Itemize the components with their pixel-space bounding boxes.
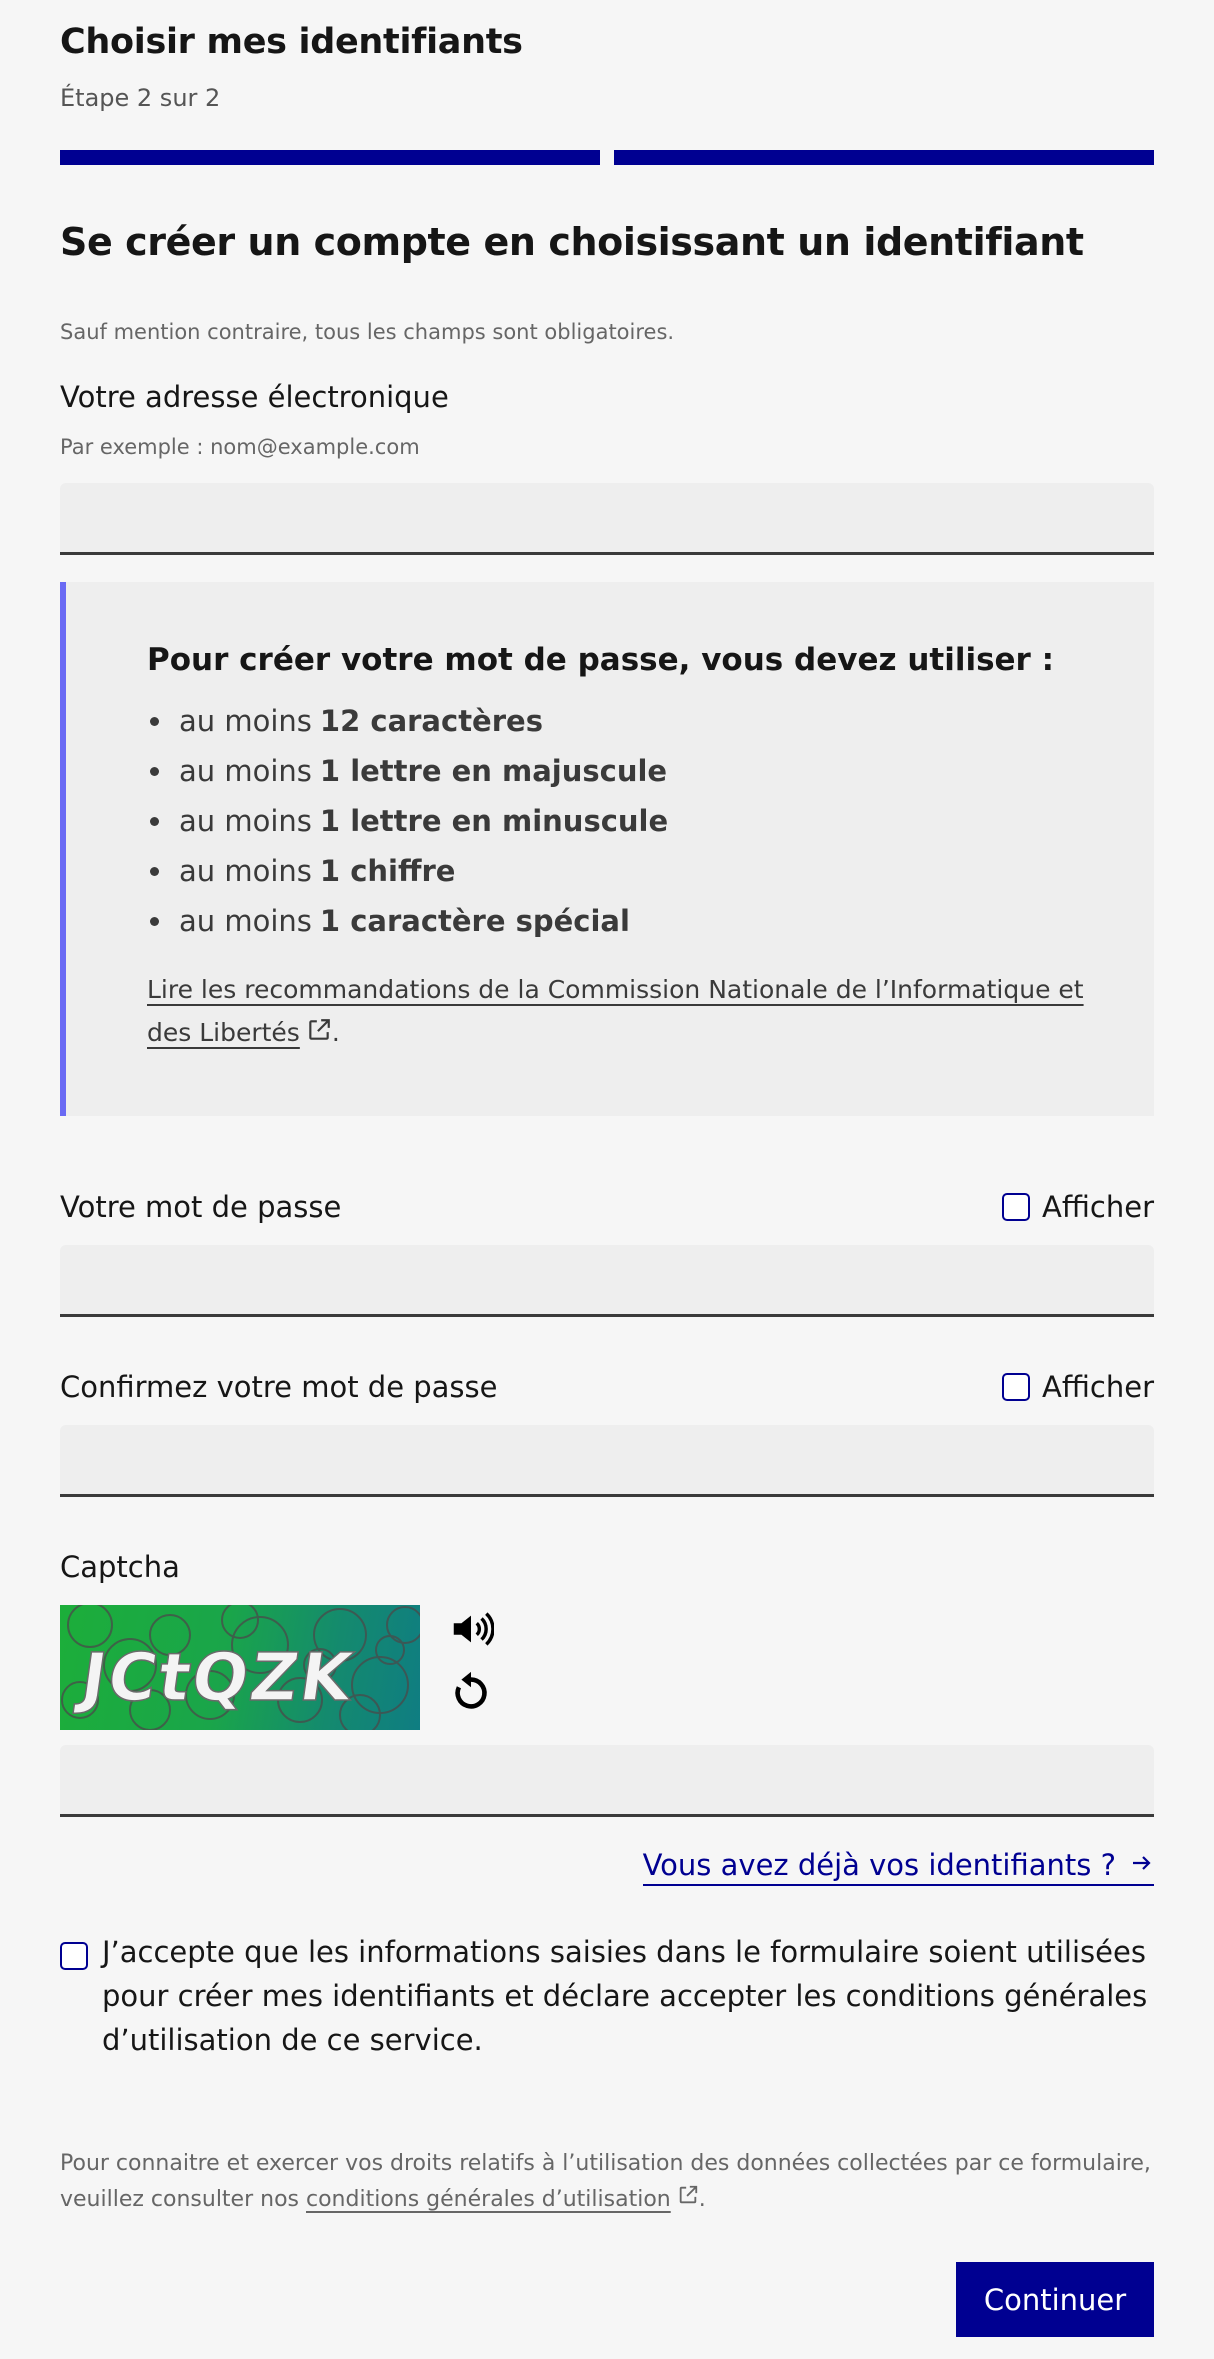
step-indicator: Étape 2 sur 2 bbox=[60, 84, 221, 112]
show-confirm-password-label: Afficher bbox=[1042, 1370, 1154, 1404]
step-title: Choisir mes identifiants bbox=[60, 22, 523, 62]
bullet bbox=[150, 866, 159, 876]
password-rules-title: Pour créer votre mot de passe, vous deve… bbox=[147, 642, 1055, 678]
rule-value: 1 lettre en minuscule bbox=[319, 804, 669, 838]
password-rule: au moins 12 caractères bbox=[147, 696, 1094, 746]
rule-value: 1 lettre en majuscule bbox=[319, 754, 668, 788]
stepper-segment-2 bbox=[614, 150, 1154, 165]
speaker-icon[interactable] bbox=[448, 1606, 495, 1656]
password-rule: au moins 1 chiffre bbox=[147, 846, 1094, 896]
show-password-toggle[interactable]: Afficher bbox=[1002, 1190, 1154, 1224]
rule-value: 12 caractères bbox=[319, 704, 543, 738]
consent-row: J’accepte que les informations saisies d… bbox=[60, 1930, 1154, 2062]
rule-prefix: au moins bbox=[179, 804, 312, 838]
external-link-icon bbox=[677, 2182, 699, 2218]
password-rules-list: au moins 12 caractères au moins 1 lettre e… bbox=[147, 696, 1094, 946]
cnil-link-text: Lire les recommandations de la Commissio… bbox=[147, 975, 1084, 1047]
confirm-password-input[interactable] bbox=[60, 1425, 1154, 1497]
cgu-link-text: conditions générales d’utilisation bbox=[306, 2187, 671, 2212]
show-password-checkbox[interactable] bbox=[1002, 1193, 1031, 1221]
captcha-tools bbox=[448, 1606, 495, 1720]
rule-prefix: au moins bbox=[179, 904, 312, 938]
already-link-text: Vous avez déjà vos identifiants ? bbox=[642, 1848, 1116, 1882]
bullet bbox=[150, 766, 159, 776]
already-have-credentials-link[interactable]: Vous avez déjà vos identifiants ? bbox=[642, 1848, 1154, 1886]
cgu-link[interactable]: conditions générales d’utilisation bbox=[306, 2185, 699, 2212]
required-fields-hint: Sauf mention contraire, tous les champs … bbox=[60, 320, 675, 344]
stepper-progress bbox=[60, 150, 1154, 165]
confirm-password-label: Confirmez votre mot de passe bbox=[60, 1370, 498, 1404]
show-confirm-password-checkbox[interactable] bbox=[1002, 1373, 1031, 1401]
password-input[interactable] bbox=[60, 1245, 1154, 1317]
captcha-noise: JCtQZK bbox=[61, 1605, 420, 1730]
cnil-link[interactable]: Lire les recommandations de la Commissio… bbox=[147, 975, 1084, 1047]
email-label: Votre adresse électronique bbox=[60, 380, 449, 414]
password-label: Votre mot de passe bbox=[60, 1190, 342, 1224]
captcha-input[interactable] bbox=[60, 1745, 1154, 1817]
show-password-label: Afficher bbox=[1042, 1190, 1154, 1224]
form-title: Se créer un compte en choisissant un ide… bbox=[60, 220, 1084, 264]
rule-prefix: au moins bbox=[179, 754, 312, 788]
arrow-right-icon bbox=[1130, 1848, 1154, 1882]
email-input[interactable] bbox=[60, 483, 1154, 555]
refresh-icon[interactable] bbox=[448, 1670, 494, 1720]
rule-prefix: au moins bbox=[179, 704, 312, 738]
consent-checkbox[interactable] bbox=[60, 1942, 88, 1970]
password-rule: au moins 1 lettre en majuscule bbox=[147, 746, 1094, 796]
password-rules-callout: Pour créer votre mot de passe, vous deve… bbox=[60, 582, 1154, 1116]
cnil-paragraph: Lire les recommandations de la Commissio… bbox=[147, 968, 1094, 1056]
consent-text: J’accepte que les informations saisies d… bbox=[102, 1935, 1148, 2057]
captcha-image: JCtQZK bbox=[60, 1605, 420, 1730]
rule-value: 1 caractère spécial bbox=[319, 904, 630, 938]
stepper-segment-1 bbox=[60, 150, 600, 165]
rule-prefix: au moins bbox=[179, 854, 312, 888]
show-confirm-password-toggle[interactable]: Afficher bbox=[1002, 1370, 1154, 1404]
legal-notice: Pour connaitre et exercer vos droits rel… bbox=[60, 2146, 1154, 2218]
cnil-suffix: . bbox=[331, 1018, 340, 1047]
external-link-icon bbox=[306, 1013, 332, 1056]
password-rule: au moins 1 caractère spécial bbox=[147, 896, 1094, 946]
bullet bbox=[150, 916, 159, 926]
continue-button[interactable]: Continuer bbox=[956, 2262, 1154, 2337]
bullet bbox=[150, 716, 159, 726]
bullet bbox=[150, 816, 159, 826]
password-rule: au moins 1 lettre en minuscule bbox=[147, 796, 1094, 846]
captcha-glyphs: JCtQZK bbox=[72, 1638, 359, 1716]
rule-value: 1 chiffre bbox=[319, 854, 456, 888]
email-hint: Par exemple : nom@example.com bbox=[60, 435, 420, 459]
legal-suffix: . bbox=[698, 2187, 706, 2212]
captcha-label: Captcha bbox=[60, 1550, 180, 1584]
